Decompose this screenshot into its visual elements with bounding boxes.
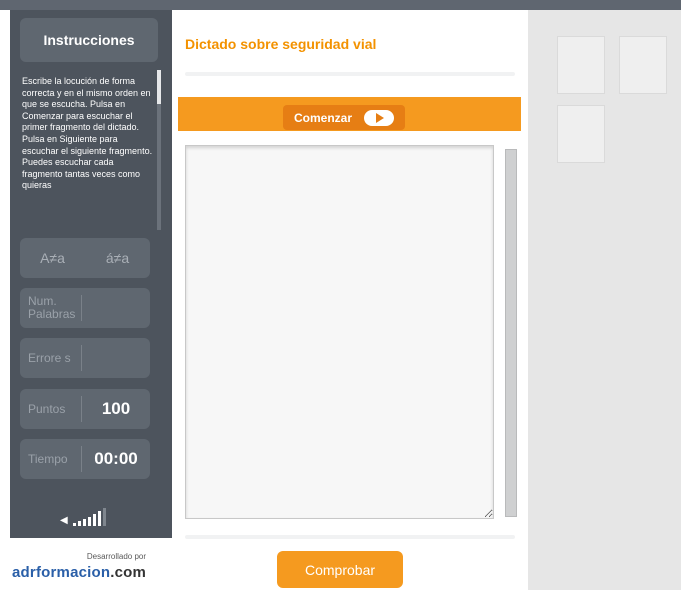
instructions-text: Escribe la locución de forma correcta y … xyxy=(22,76,153,191)
start-button[interactable]: Comenzar xyxy=(283,105,405,130)
points-counter: Puntos 100 xyxy=(20,389,150,429)
brand-logo[interactable]: adrformacion.com xyxy=(12,564,146,581)
dictation-scrollbar[interactable] xyxy=(505,149,517,517)
check-button[interactable]: Comprobar xyxy=(277,551,403,588)
credit-banner[interactable]: Desarrollado por adrformacion.com xyxy=(10,538,172,590)
volume-bar[interactable] xyxy=(102,508,106,526)
volume-bar[interactable] xyxy=(97,511,101,526)
title-divider xyxy=(185,72,515,76)
points-label: Puntos xyxy=(20,396,82,422)
volume-bar[interactable] xyxy=(92,514,96,526)
volume-control[interactable]: ◀ xyxy=(60,498,124,526)
time-value: 00:00 xyxy=(94,449,138,468)
left-panel: Instrucciones Escribe la locución de for… xyxy=(10,10,172,590)
start-button-label: Comenzar xyxy=(293,110,352,125)
time-label: Tiempo xyxy=(20,446,82,472)
right-panel xyxy=(528,10,681,590)
page-title: Dictado sobre seguridad vial xyxy=(185,36,377,52)
instructions-scrollbar[interactable] xyxy=(157,70,161,230)
errors-counter: Errore s xyxy=(20,338,150,378)
speaker-icon: ◀ xyxy=(60,515,68,526)
volume-bar[interactable] xyxy=(72,523,76,526)
volume-bar[interactable] xyxy=(77,521,81,526)
words-label: Num. Palabras xyxy=(20,295,82,321)
accent-toggle-button[interactable]: á≠a xyxy=(85,250,150,266)
errors-label: Errore s xyxy=(20,345,82,371)
tile-slot[interactable] xyxy=(557,36,605,94)
case-toggle-button[interactable]: A≠a xyxy=(20,250,85,266)
tile-slot[interactable] xyxy=(557,105,605,163)
top-bar xyxy=(0,0,681,10)
volume-bar[interactable] xyxy=(87,517,91,526)
instructions-title: Instrucciones xyxy=(20,18,158,62)
instructions-scroll-thumb[interactable] xyxy=(157,70,161,104)
control-bar: Comenzar xyxy=(178,97,521,131)
bottom-divider xyxy=(185,535,515,539)
volume-bar[interactable] xyxy=(82,519,86,526)
time-counter: Tiempo 00:00 xyxy=(20,439,150,479)
play-icon xyxy=(364,109,394,126)
developed-by-text: Desarrollado por xyxy=(86,552,146,561)
accent-toggles: A≠a á≠a xyxy=(20,238,150,278)
words-counter: Num. Palabras xyxy=(20,288,150,328)
dictation-textarea[interactable] xyxy=(185,145,494,519)
tile-slot[interactable] xyxy=(619,36,667,94)
points-value: 100 xyxy=(101,399,131,418)
